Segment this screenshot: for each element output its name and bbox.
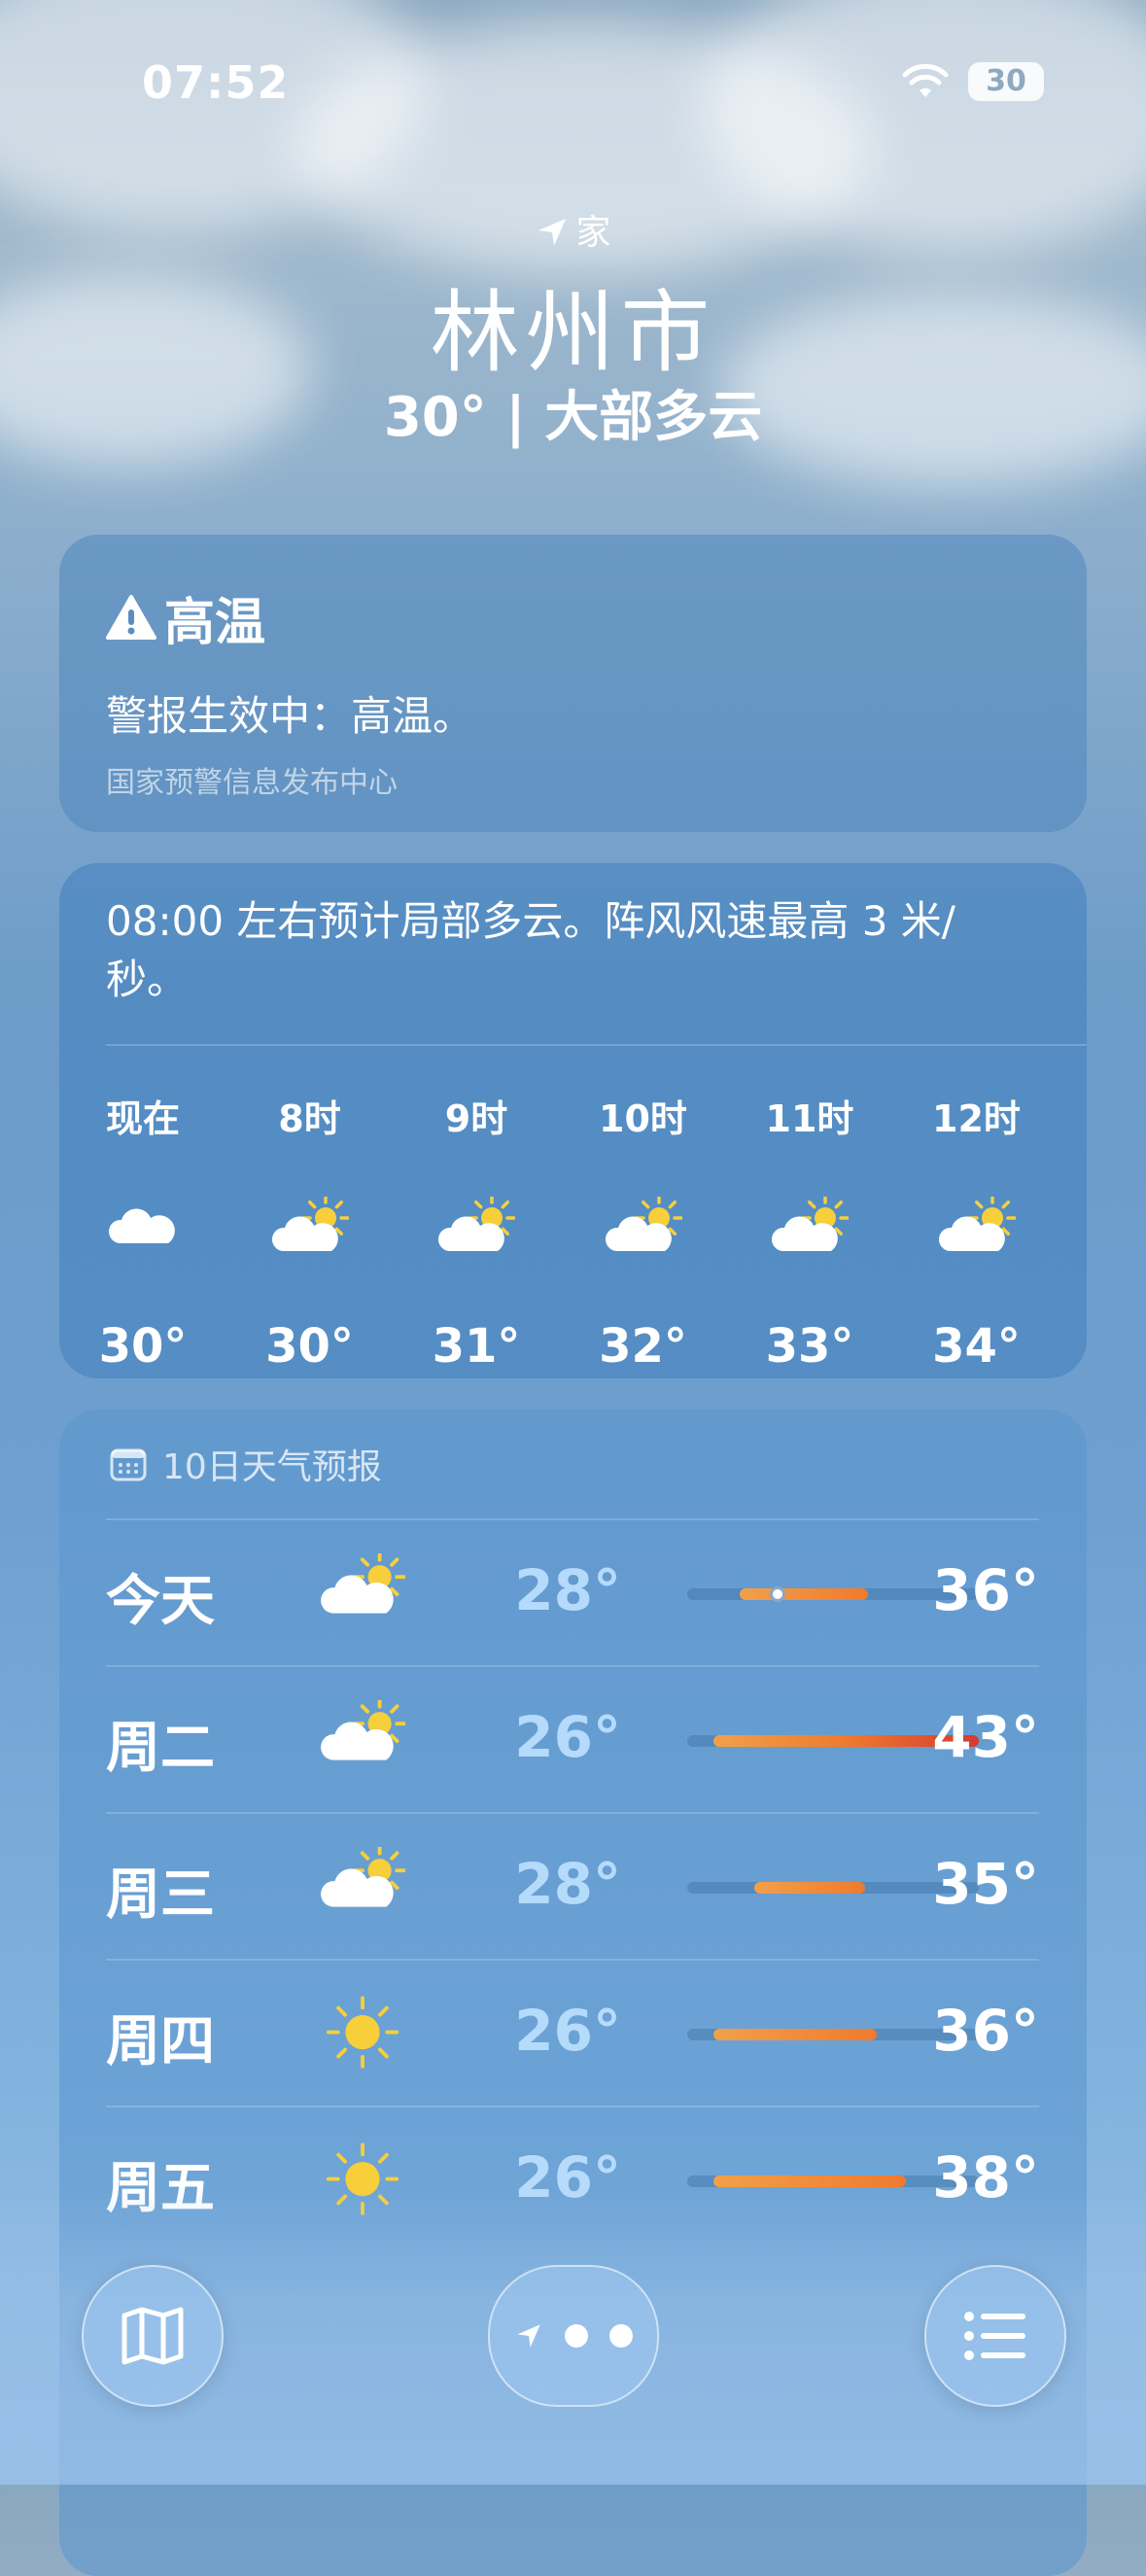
hour-label: 9时 [444, 1097, 508, 1140]
alert-source: 国家预警信息发布中心 [106, 766, 398, 800]
location-arrow-icon [538, 219, 567, 246]
hour-label: 8时 [278, 1097, 341, 1140]
warning-icon [106, 594, 156, 640]
page-dot [609, 2324, 633, 2348]
partly-sunny-icon [771, 1194, 850, 1251]
city-name: 林州市 [430, 281, 716, 385]
list-icon [964, 2312, 1025, 2360]
divider [106, 1518, 1039, 1520]
day-label: 周四 [106, 2010, 215, 2073]
day-label: 今天 [106, 1570, 215, 1633]
hour-label: 现在 [105, 1097, 180, 1140]
partly-sunny-icon [321, 1696, 406, 1760]
location-arrow-icon [517, 2324, 540, 2348]
high-temp: 43° [932, 1704, 1039, 1770]
map-icon [122, 2307, 184, 2365]
divider [106, 1812, 1039, 1814]
partly-sunny-icon [437, 1194, 516, 1251]
forecast-row[interactable]: 今天 28° 36° [106, 1518, 1039, 1664]
forecast-row[interactable]: 周二 26° 43° [106, 1665, 1039, 1811]
city-list-button[interactable] [924, 2265, 1066, 2407]
cloud-icon [108, 1208, 175, 1243]
alert-text: 警报生效中：高温。 [106, 692, 474, 740]
temp-range-fill [740, 1588, 868, 1600]
hour-label: 12时 [932, 1097, 1021, 1140]
hour-item: 10时 32° [560, 1089, 727, 1374]
page-indicator[interactable] [488, 2265, 659, 2407]
current-temp-marker [770, 1586, 785, 1602]
low-temp: 28° [514, 1557, 621, 1623]
day-label: 周三 [106, 1863, 215, 1927]
hour-label: 11时 [765, 1097, 854, 1140]
partly-sunny-icon [321, 1549, 406, 1614]
hour-item: 现在 30° [59, 1089, 226, 1374]
hourly-summary: 08:00 左右预计局部多云。阵风风速最高 3 米/秒。 [106, 897, 955, 1003]
hour-temp: 32° [599, 1319, 687, 1374]
hour-label: 10时 [599, 1097, 687, 1140]
divider [106, 1044, 1087, 1046]
alert-title: 高温 [106, 581, 1040, 654]
location-label: 家 [0, 204, 1146, 255]
battery-indicator: 30 [968, 62, 1044, 101]
day-label: 周二 [106, 1717, 215, 1780]
hour-temp: 30° [265, 1319, 354, 1374]
hour-item: 11时 33° [726, 1089, 893, 1374]
low-temp: 26° [514, 1998, 621, 2064]
divider [106, 2106, 1039, 2107]
hour-temp: 33° [765, 1319, 854, 1374]
partly-sunny-icon [938, 1194, 1017, 1251]
hour-temp: 31° [432, 1319, 521, 1374]
high-temp: 35° [932, 1851, 1039, 1917]
hour-temp: 34° [932, 1319, 1021, 1374]
temp-range-fill [713, 2176, 906, 2187]
map-button[interactable] [82, 2265, 224, 2407]
page-dot [565, 2324, 588, 2348]
partly-sunny-icon [271, 1194, 350, 1251]
divider [106, 1959, 1039, 1961]
low-temp: 26° [514, 1704, 621, 1770]
current-conditions: 30° | 大部多云 [383, 386, 763, 449]
high-temp: 36° [932, 1557, 1039, 1623]
high-temp: 36° [932, 1998, 1039, 2064]
forecast-row[interactable]: 周四 26° 36° [106, 1959, 1039, 2105]
temp-range-fill [754, 1882, 865, 1894]
status-bar: 07:52 30 [0, 56, 1146, 115]
low-temp: 28° [514, 1851, 621, 1917]
hour-temp: 30° [98, 1319, 188, 1374]
clock: 07:52 [142, 56, 290, 109]
hour-item: 9时 31° [393, 1089, 560, 1374]
wifi-icon [902, 63, 949, 97]
forecast-row[interactable]: 周三 28° 35° [106, 1812, 1039, 1958]
hour-item: 12时 34° [893, 1089, 1060, 1374]
hourly-forecast-card[interactable]: 08:00 左右预计局部多云。阵风风速最高 3 米/秒。 现在 30° 8时 30… [59, 863, 1087, 1378]
weather-alert-card[interactable]: 高温 警报生效中：高温。 国家预警信息发布中心 [59, 535, 1087, 832]
hour-item: 8时 30° [226, 1089, 394, 1374]
partly-sunny-icon [321, 1843, 406, 1907]
calendar-icon [110, 1448, 147, 1481]
forecast-header: 10日天气预报 [110, 1439, 382, 1489]
temp-range-fill [713, 2029, 877, 2040]
partly-sunny-icon [605, 1194, 683, 1251]
divider [106, 1665, 1039, 1667]
sun-icon [326, 1996, 399, 2069]
